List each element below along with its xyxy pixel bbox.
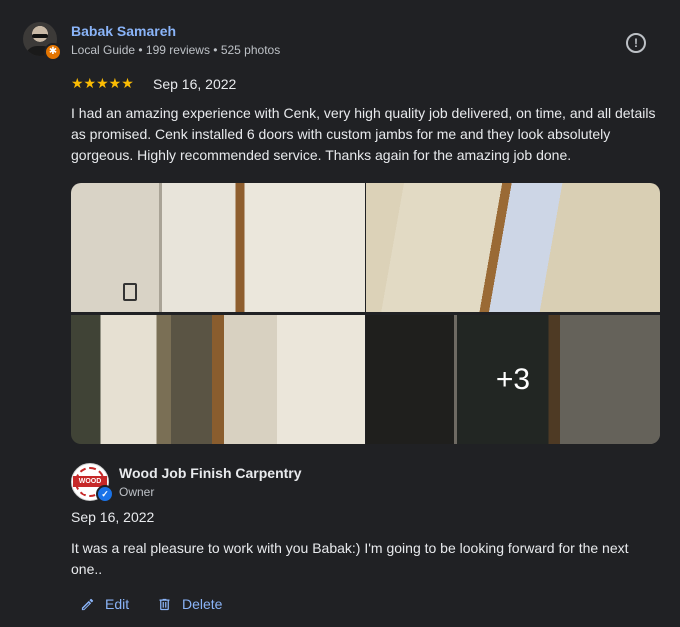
owner-name: Wood Job Finish Carpentry [119, 465, 302, 481]
star-rating: ★★★★★ [71, 75, 134, 91]
reply-date: Sep 16, 2022 [71, 509, 155, 525]
local-guide-badge-icon: ✱ [44, 43, 62, 61]
more-photos-count: +3 [366, 315, 660, 444]
review-photo[interactable] [71, 183, 365, 312]
photo-grid: +3 [71, 183, 660, 444]
reviewer-meta: Local Guide • 199 reviews • 525 photos [71, 43, 281, 57]
pencil-icon [81, 598, 94, 610]
review-card: ✱ Babak Samareh Local Guide • 199 review… [0, 0, 680, 627]
review-photo-more[interactable]: +3 [366, 315, 660, 444]
edit-button[interactable]: Edit [80, 596, 129, 612]
review-text: I had an amazing experience with Cenk, v… [71, 105, 656, 163]
reviewer-name[interactable]: Babak Samareh [71, 23, 176, 39]
verified-check-icon: ✓ [96, 485, 114, 503]
trash-icon [159, 598, 170, 610]
review-photo[interactable] [366, 183, 660, 312]
reviewer-avatar[interactable]: ✱ [23, 22, 62, 61]
report-icon[interactable]: ! [626, 33, 646, 53]
owner-role: Owner [119, 485, 155, 499]
review-date: Sep 16, 2022 [153, 76, 237, 92]
delete-label: Delete [182, 596, 223, 612]
review-photo[interactable] [71, 315, 365, 444]
reply-text: It was a real pleasure to work with you … [71, 540, 629, 577]
delete-button[interactable]: Delete [157, 596, 222, 612]
edit-label: Edit [105, 596, 130, 612]
